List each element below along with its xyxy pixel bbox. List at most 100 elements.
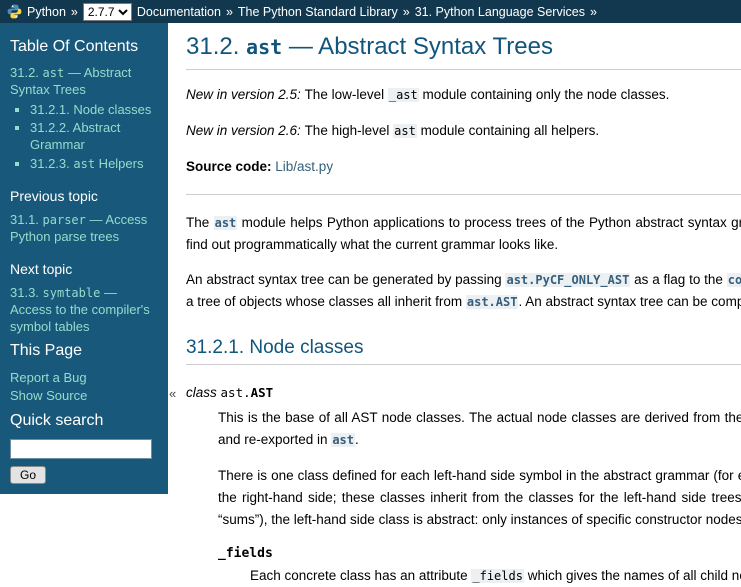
list-item: Show Source [10, 388, 156, 405]
toc-heading: Table Of Contents [10, 38, 139, 55]
breadcrumb-separator: » [70, 4, 78, 19]
source-code-link[interactable]: Lib/ast.py [275, 159, 333, 174]
link-text: 31.3. [10, 285, 43, 301]
show-source-link[interactable]: Show Source [10, 388, 87, 403]
attribute-definition: _fields Each concrete class has an attri… [218, 546, 741, 587]
paragraph-text: . [355, 432, 359, 447]
class-keyword: class [186, 385, 221, 400]
main-content: 31.2. ast — Abstract Syntax Trees New in… [186, 23, 741, 587]
toc-sublist: 31.2.1. Node classes 31.2.2. Abstract Gr… [10, 102, 156, 173]
page-title: 31.2. ast — Abstract Syntax Trees [186, 33, 741, 70]
inline-code: _fields [471, 569, 524, 583]
paragraph-text: The [186, 215, 214, 230]
versionadded-2-6: New in version 2.6: The high-level ast m… [186, 120, 741, 142]
paragraph-text: module helps Python applications to proc… [186, 215, 741, 252]
search-go-button[interactable]: Go [10, 466, 47, 485]
search-input[interactable] [10, 439, 152, 460]
inline-code-link[interactable]: ast [213, 216, 238, 230]
toc-link-ast-helpers[interactable]: 31.2.3. ast Helpers [30, 156, 143, 171]
next-topic: 31.3. symtable — Access to the compiler'… [10, 285, 156, 335]
previous-topic-heading: Previous topic [10, 188, 98, 205]
this-page-links: Report a Bug Show Source [10, 370, 156, 405]
attribute-description: Each concrete class has an attribute _fi… [250, 565, 741, 587]
paragraph-text: module containing all helpers. [416, 123, 600, 138]
class-description: This is the base of all AST node classes… [218, 407, 741, 587]
toc-item-ast: 31.2. ast — Abstract Syntax Trees 31.2.1… [10, 65, 156, 172]
toc-link-ast[interactable]: 31.2. ast — Abstract Syntax Trees [10, 65, 131, 97]
link-code: symtable [42, 286, 101, 301]
class-definition: class ast.AST This is the base of all AS… [186, 385, 741, 587]
breadcrumb-separator: » [589, 4, 597, 19]
search-form: Go Enter search terms or a module, class… [10, 439, 156, 539]
paragraph-text: There is one class defined for each left… [218, 468, 741, 483]
version-select[interactable]: 2.7.7 [82, 2, 132, 21]
ast-module-link[interactable]: ast [213, 215, 238, 230]
toc-link-text: 31.2.3. [30, 155, 74, 171]
paragraph-text: This is the base of all AST node classes… [218, 410, 741, 425]
intro-paragraph-2: An abstract syntax tree can be generated… [186, 269, 741, 313]
report-bug-link[interactable]: Report a Bug [10, 370, 87, 385]
toc-link-text: 31.2. [10, 65, 43, 81]
breadcrumb-documentation[interactable]: Documentation [137, 5, 221, 19]
class-name: AST [250, 385, 274, 400]
inline-code-link[interactable]: ast.PyCF_ONLY_AST [505, 273, 631, 287]
search-hint: Enter search terms or a module, class or… [10, 495, 132, 538]
toc-link-text: Helpers [95, 155, 144, 171]
title-text: — Abstract Syntax Trees [282, 33, 553, 60]
breadcrumb-python[interactable]: Python [27, 5, 66, 19]
class-paragraph-1: This is the base of all AST node classes… [218, 407, 741, 451]
toc-link-node-classes[interactable]: 31.2.1. Node classes [30, 102, 151, 117]
paragraph-text: module containing only the node classes. [418, 87, 670, 102]
this-page-heading: This Page [10, 342, 83, 360]
paragraph-text: The high-level [304, 123, 394, 138]
class-paragraph-2: There is one class defined for each left… [218, 465, 741, 530]
inline-code-link[interactable]: compile() [726, 273, 741, 287]
previous-topic-link[interactable]: 31.1. parser — Access Python parse trees [10, 212, 147, 244]
previous-topic: 31.1. parser — Access Python parse trees [10, 212, 156, 245]
inline-code-link[interactable]: ast [331, 433, 356, 447]
title-text: 31.2. [186, 33, 247, 60]
divider [186, 194, 741, 195]
intro-paragraph-1: The ast module helps Python applications… [186, 212, 741, 255]
class-signature: class ast.AST [186, 385, 741, 400]
paragraph-text: Each concrete class has an attribute [250, 568, 472, 583]
python-logo-icon[interactable] [7, 4, 22, 19]
breadcrumb-language-services[interactable]: 31. Python Language Services [415, 5, 585, 19]
inline-code: ast [393, 124, 417, 138]
source-code-label: Source code: [186, 159, 276, 174]
list-item: Report a Bug [10, 370, 156, 387]
quick-search-heading: Quick search [10, 411, 104, 429]
next-topic-heading: Next topic [10, 261, 73, 278]
link-code: parser [42, 213, 86, 228]
toc-link-code: ast [73, 156, 96, 171]
toc-link-text: 31.2.2. Abstract Grammar [30, 120, 121, 152]
paragraph-text: . An abstract syntax tree can be compile… [518, 294, 741, 309]
toc-link-code: ast [42, 66, 65, 81]
toc-link-abstract-grammar[interactable]: 31.2.2. Abstract Grammar [30, 120, 120, 152]
toc-list: 31.2. ast — Abstract Syntax Trees 31.2.1… [10, 65, 156, 172]
version-label: New in version 2.6: [186, 123, 305, 138]
breadcrumb-standard-library[interactable]: The Python Standard Library [238, 5, 398, 19]
next-topic-link[interactable]: 31.3. symtable — Access to the compiler'… [10, 285, 150, 333]
toc-item-node-classes: 31.2.1. Node classes [30, 102, 156, 119]
class-prefix: ast. [220, 385, 251, 400]
toc-item-abstract-grammar: 31.2.2. Abstract Grammar [30, 120, 156, 153]
paragraph-text: An abstract syntax tree can be generated… [186, 272, 506, 287]
versionadded-2-5: New in version 2.5: The low-level _ast m… [186, 84, 741, 106]
attribute-name: _fields [218, 546, 273, 561]
breadcrumb-separator: » [225, 4, 233, 19]
inline-code: _ast [387, 88, 419, 102]
paragraph-text: as a flag to the [630, 272, 727, 287]
link-text: 31.1. [10, 212, 43, 228]
version-label: New in version 2.5: [186, 87, 305, 102]
paragraph-text: which gives the names of all child nodes… [527, 568, 741, 583]
toc-item-ast-helpers: 31.2.3. ast Helpers [30, 156, 156, 173]
inline-code-link[interactable]: ast.AST [465, 295, 519, 309]
section-heading-node-classes: 31.2.1. Node classes [186, 337, 741, 365]
attribute-paragraph: Each concrete class has an attribute _fi… [250, 565, 741, 587]
paragraph-text: The low-level [304, 87, 388, 102]
top-navigation-bar: Python » 2.7.7 Documentation » The Pytho… [0, 0, 741, 23]
title-module-code: ast [246, 35, 283, 59]
source-code-line: Source code: Lib/ast.py [186, 156, 741, 177]
sidebar-collapse-button[interactable]: « [169, 386, 176, 401]
